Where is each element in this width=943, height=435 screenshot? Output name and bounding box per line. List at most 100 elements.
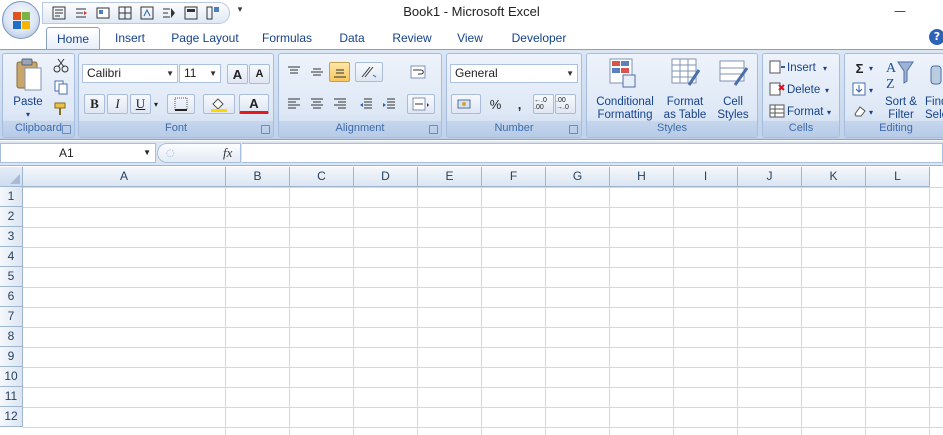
sort-filter-label-1[interactable]: Sort & [881,96,921,109]
find-select-label-1[interactable]: Find [925,96,943,109]
row-header-3[interactable]: 3 [0,227,23,247]
fill-color-button[interactable] [203,94,235,114]
tab-home[interactable]: Home [46,27,100,50]
column-header-f[interactable]: F [482,167,546,187]
align-left-icon[interactable] [283,94,304,114]
grip-icon[interactable]: ◌ [166,148,176,159]
row-header-11[interactable]: 11 [0,387,23,407]
formula-input[interactable] [242,143,943,163]
decrease-decimal-button[interactable]: .00 →.0 [555,94,576,114]
row-header-5[interactable]: 5 [0,267,23,287]
cut-icon[interactable] [53,57,69,73]
align-center-icon[interactable] [306,94,327,114]
underline-button[interactable]: U [130,94,151,114]
column-header-l[interactable]: L [866,167,930,187]
bold-button[interactable]: B [84,94,105,114]
find-select-icon [930,65,942,85]
conditional-formatting-label-1[interactable]: Conditional [589,96,661,109]
column-header-d[interactable]: D [354,167,418,187]
number-format-combo[interactable]: General ▼ [450,64,578,83]
chevron-down-icon[interactable]: ▾ [827,106,831,119]
row-header-6[interactable]: 6 [0,287,23,307]
insert-function-button[interactable]: fx [223,145,232,161]
borders-icon [174,97,188,111]
format-cells-button[interactable]: Format [787,106,823,119]
orientation-icon[interactable] [355,62,383,82]
worksheet-grid[interactable]: ABCDEFGHIJKL 1 2 3 4 5 6 7 8 9 10 11 12 [0,167,943,435]
column-header-h[interactable]: H [610,167,674,187]
underline-dropdown-icon[interactable]: ▾ [151,94,161,114]
chevron-down-icon[interactable]: ▾ [869,84,873,97]
fill-down-icon[interactable] [852,82,868,96]
grow-font-button[interactable]: A [227,64,248,84]
clear-icon[interactable] [852,104,868,118]
tab-page-layout[interactable]: Page Layout [164,27,246,50]
chevron-down-icon: ▼ [566,69,574,78]
name-box[interactable]: A1 ▼ [0,143,156,163]
row-header-9[interactable]: 9 [0,347,23,367]
number-launcher-icon[interactable] [569,125,578,134]
middle-align-icon[interactable] [306,62,327,82]
chevron-down-icon[interactable]: ▾ [869,106,873,119]
tab-review[interactable]: Review [384,27,440,50]
column-header-j[interactable]: J [738,167,802,187]
shrink-font-button[interactable]: A [249,64,270,84]
tab-insert[interactable]: Insert [104,27,156,50]
increase-decimal-button[interactable]: ←.0 .00 [533,94,554,114]
minimize-button[interactable]: — [894,4,906,18]
merge-center-icon[interactable] [407,94,435,114]
insert-cells-button[interactable]: Insert [787,62,816,75]
font-size-combo[interactable]: 11 ▼ [179,64,221,83]
increase-indent-icon[interactable] [378,94,399,114]
column-header-g[interactable]: G [546,167,610,187]
clipboard-launcher-icon[interactable] [62,125,71,134]
percent-style-button[interactable]: % [485,94,506,114]
font-color-button[interactable]: A [239,94,269,114]
sort-filter-icon: A Z [886,61,914,90]
help-button[interactable]: ? [929,29,943,45]
alignment-launcher-icon[interactable] [429,125,438,134]
tab-data[interactable]: Data [330,27,374,50]
chevron-down-icon[interactable]: ▾ [823,62,827,75]
bottom-align-icon[interactable] [329,62,350,82]
select-all-button[interactable] [0,167,23,187]
row-header-7[interactable]: 7 [0,307,23,327]
row-header-8[interactable]: 8 [0,327,23,347]
paste-dropdown-icon[interactable]: ▾ [22,108,34,121]
decrease-indent-icon[interactable] [355,94,376,114]
column-header-b[interactable]: B [226,167,290,187]
row-header-12[interactable]: 12 [0,407,23,427]
row-header-1[interactable]: 1 [0,187,23,207]
tab-developer[interactable]: Developer [502,27,576,50]
font-name-combo[interactable]: Calibri ▼ [82,64,178,83]
chevron-down-icon[interactable]: ▾ [825,84,829,97]
comma-style-button[interactable]: , [509,94,530,114]
format-painter-icon[interactable] [53,101,69,117]
autosum-button[interactable]: Σ [849,58,870,78]
row-header-10[interactable]: 10 [0,367,23,387]
column-header-a[interactable]: A [23,167,226,187]
cell-area[interactable] [23,187,943,435]
copy-icon[interactable] [53,79,69,95]
column-header-c[interactable]: C [290,167,354,187]
accounting-format-icon[interactable] [451,94,481,114]
italic-button[interactable]: I [107,94,128,114]
align-right-icon[interactable] [329,94,350,114]
row-header-2[interactable]: 2 [0,207,23,227]
column-header-i[interactable]: I [674,167,738,187]
cell-styles-label-1[interactable]: Cell [711,96,755,109]
borders-button[interactable] [167,94,195,114]
column-header-k[interactable]: K [802,167,866,187]
row-header-4[interactable]: 4 [0,247,23,267]
font-launcher-icon[interactable] [261,125,270,134]
column-header-e[interactable]: E [418,167,482,187]
chevron-down-icon[interactable]: ▾ [869,62,873,75]
chevron-down-icon[interactable]: ▼ [143,144,151,162]
tab-view[interactable]: View [448,27,492,50]
tab-formulas[interactable]: Formulas [254,27,320,50]
office-button[interactable] [2,1,40,39]
wrap-text-icon[interactable] [407,62,428,82]
delete-cells-button[interactable]: Delete [787,84,820,97]
top-align-icon[interactable] [283,62,304,82]
format-as-table-label-1[interactable]: Format [661,96,709,109]
